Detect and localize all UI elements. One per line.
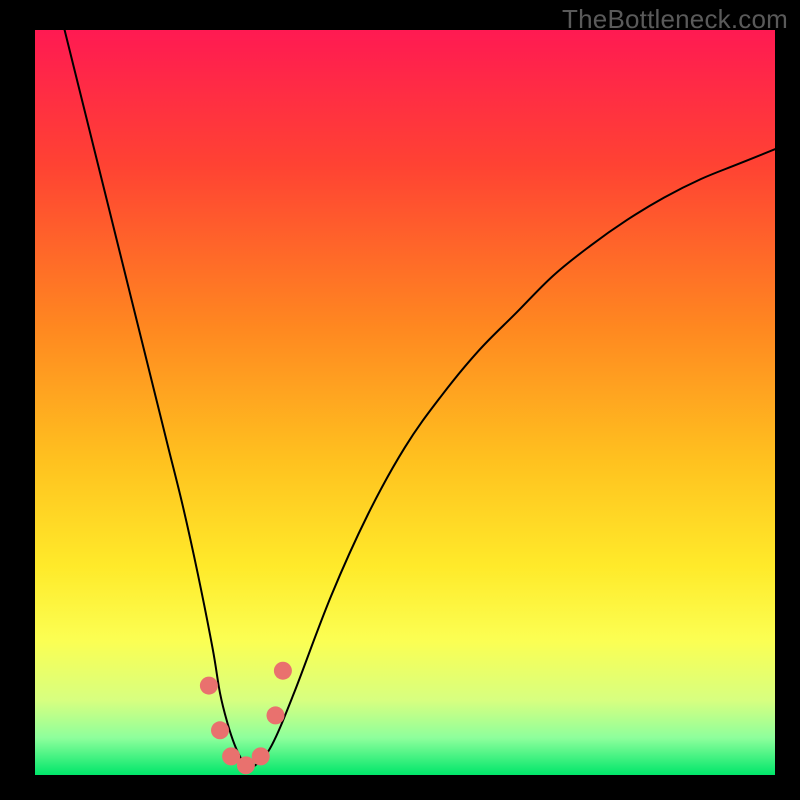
chart-svg: [35, 30, 775, 775]
gradient-background: [35, 30, 775, 775]
highlight-dot: [200, 677, 218, 695]
highlight-dot: [211, 721, 229, 739]
highlight-dot: [274, 662, 292, 680]
highlight-dot: [252, 747, 270, 765]
highlight-dot: [267, 706, 285, 724]
plot-area: [35, 30, 775, 775]
chart-frame: TheBottleneck.com: [0, 0, 800, 800]
